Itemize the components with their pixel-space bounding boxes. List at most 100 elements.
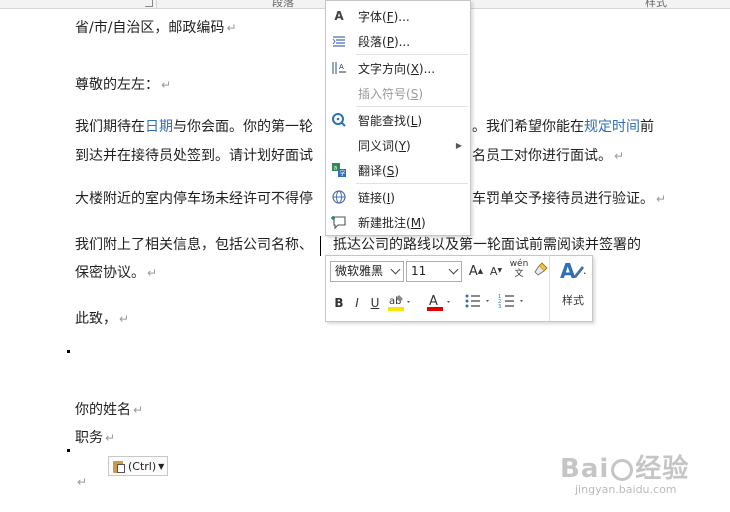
paste-options-button[interactable]: (Ctrl) ▼ [108,456,168,476]
label-text: 字体( [358,9,387,24]
placeholder-date[interactable]: 日期 [145,119,173,135]
baidu-watermark: Bai 经验 [560,448,689,485]
smart-lookup-icon [326,108,352,132]
menu-separator [356,106,468,107]
mini-toolbar: 微软雅黑 11 A▲ A▼ wén文 A 样式 B I U ab A 123 [325,255,593,322]
menu-item-label: 同义词(Y) [358,137,411,154]
font-name-combo[interactable]: 微软雅黑 [330,261,404,282]
label-tail: ) [421,215,426,230]
text-run: 到达并在接待员处签到。请计划好面试 [75,148,313,164]
menu-item-link[interactable]: 链接(I) [326,185,470,209]
text-run: 车罚单交予接待员进行验证。 [472,191,654,207]
bold-button[interactable]: B [332,294,346,312]
text-cursor [320,236,321,256]
label-text: 文字方向( [358,61,411,76]
paragraph-mark: ↵ [226,21,237,35]
hidden-format-mark [67,449,70,452]
menu-item-text-direction[interactable]: A 文字方向(X)... [326,56,470,80]
empty-icon-slot [326,81,352,105]
text-direction-icon: A [326,56,352,80]
placeholder-time[interactable]: 规定时间 [584,119,640,135]
font-dialog-launcher[interactable] [145,0,153,7]
paragraph-mark: ↵ [147,266,158,280]
menu-item-synonyms[interactable]: 同义词(Y) ▶ [326,133,470,157]
menu-item-font[interactable]: A 字体(F)... [326,4,470,28]
menu-item-translate[interactable]: a字 翻译(S) [326,158,470,182]
text-run: 名员工对你进行面试。 [472,148,612,164]
chevron-down-icon[interactable] [445,262,461,281]
menu-item-smart-lookup[interactable]: 智能查找(L) [326,108,470,132]
translate-icon: a字 [326,158,352,182]
menu-item-label: 字体(F)... [358,8,410,25]
text-run: 大楼附近的室内停车场未经许可不得停 [75,191,313,207]
svg-text:a: a [334,165,338,172]
accelerator-key: F [386,9,394,24]
text-run: 我们期待在 [75,119,145,135]
paragraph1-line1-left: 我们期待在日期与你会面。你的第一轮 [75,117,313,137]
bullet-list-icon [465,294,489,308]
grow-font-button[interactable]: A▲ [468,262,484,281]
font-size-value: 11 [411,264,427,278]
paragraph-mark: ↵ [133,403,144,417]
numbering-button[interactable]: 123 [498,292,528,315]
empty-icon-slot [326,133,352,157]
grow-font-glyph: A [468,264,478,279]
styles-icon: A [560,259,586,283]
paragraph1-line2-left: 到达并在接待员处签到。请计划好面试 [75,146,313,166]
empty-line: ↵ [75,472,87,492]
svg-text:字: 字 [340,170,346,178]
watermark-url: jingyan.baidu.com [575,483,677,496]
font-size-combo[interactable]: 11 [406,261,462,282]
phonetic-guide-button[interactable]: wén文 [508,259,530,279]
accelerator-key: Y [398,138,407,153]
text-run: 。我们希望你能在 [472,119,584,135]
font-color-button[interactable]: A [426,292,454,317]
bullets-button[interactable] [464,292,494,315]
italic-button[interactable]: I [350,294,364,312]
font-color-icon: A [427,294,450,311]
menu-separator [356,183,468,184]
font-icon: A [334,9,344,23]
baidu-paw-icon [611,458,634,481]
format-painter-button[interactable] [532,261,550,282]
label-tail: )... [393,9,410,24]
shrink-font-button[interactable]: A▼ [488,262,504,281]
highlight-button[interactable]: ab [386,292,414,317]
menu-item-label: 文字方向(X)... [358,60,435,77]
menu-item-paragraph[interactable]: 段落(P)... [326,29,470,53]
menu-item-label: 新建批注(M) [358,214,426,231]
phonetic-glyph: wén文 [509,259,529,279]
paragraph-mark: ↵ [119,312,130,326]
menu-item-new-comment[interactable]: 新建批注(M) [326,210,470,234]
accelerator-key: X [410,61,419,76]
grow-caret-icon: ▲ [477,267,484,275]
paragraph-mark: ↵ [77,475,88,489]
ribbon-group-styles: 样式 [645,0,667,9]
clipboard-icon [113,459,125,473]
menu-item-label: 段落(P)... [358,33,410,50]
watermark-brand-cn: 经验 [635,454,690,484]
menu-item-label: 智能查找(L) [358,112,422,129]
position-text: 职务 [75,430,103,446]
paragraph-mark: ↵ [614,149,625,163]
font-name-value: 微软雅黑 [335,264,384,278]
hidden-format-mark [67,350,70,353]
watermark-brand: Bai [560,454,610,484]
your-name-text: 你的姓名 [75,402,131,418]
svg-text:3: 3 [498,304,501,310]
format-painter-icon [534,262,548,276]
menu-item-label: 链接(I) [358,189,395,206]
menu-separator [356,54,468,55]
label-tail: ) [406,138,411,153]
menu-item-insert-symbol[interactable]: 插入符号(S) [326,81,470,105]
styles-gallery-button[interactable]: A [556,258,590,287]
chevron-down-icon[interactable] [387,262,403,281]
paragraph3-line2: 保密协议。 ↵ [75,263,157,283]
text-run: 我们附上了相关信息，包括公司名称、 [75,237,313,253]
paragraph-mark: ↵ [105,431,116,445]
underline-button[interactable]: U [368,294,382,312]
label-tail: )... [393,34,411,49]
name-line: 你的姓名 ↵ [75,400,143,420]
highlighter-icon: ab [388,295,410,311]
paste-options-label: (Ctrl) [128,459,157,473]
